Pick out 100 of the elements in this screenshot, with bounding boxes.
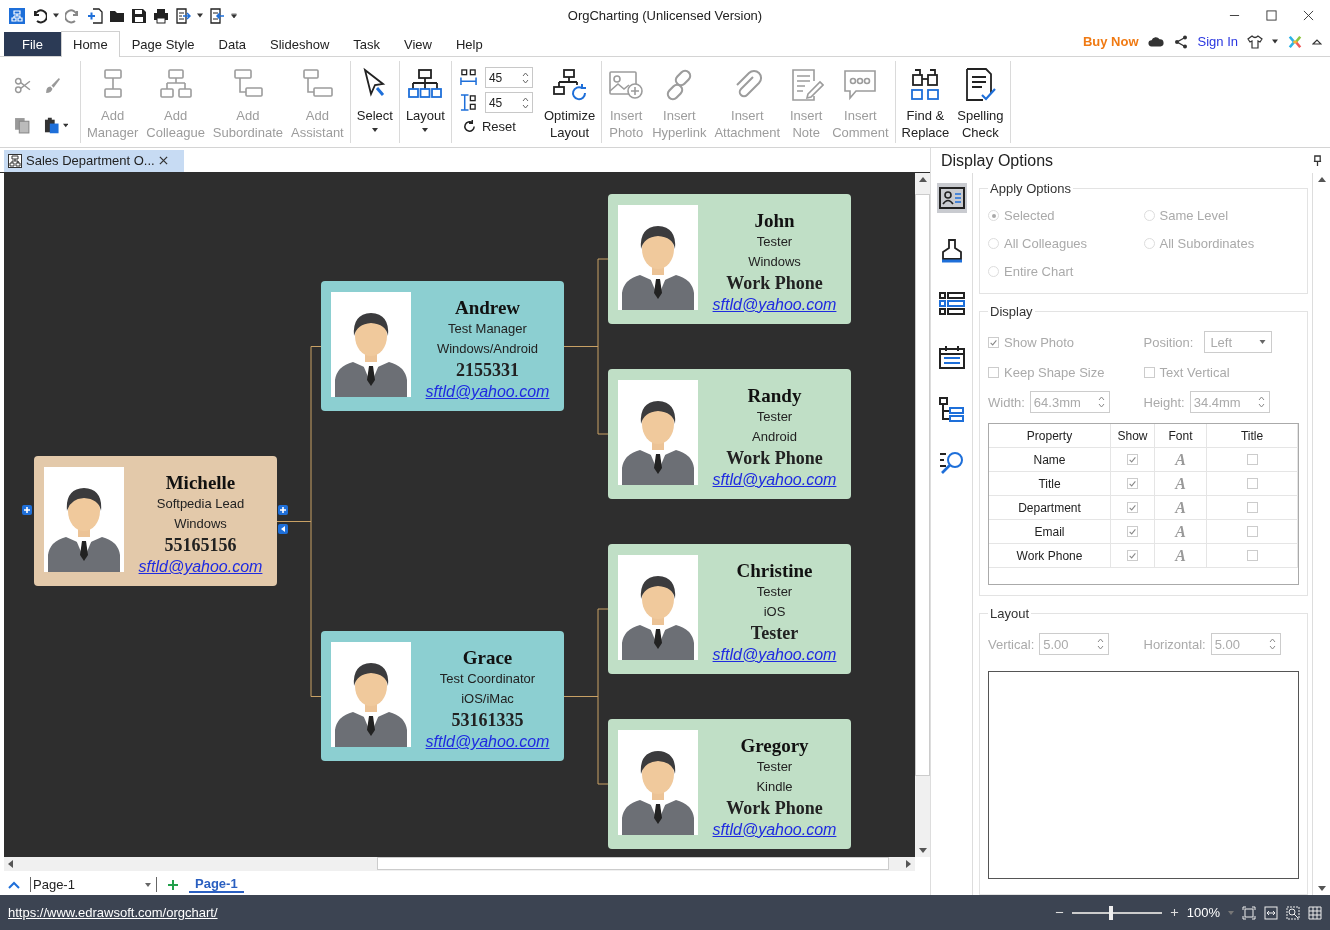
scissors-icon[interactable] [14,77,31,94]
share-icon[interactable] [1172,34,1189,49]
redo-icon[interactable] [65,7,81,24]
employee-card[interactable]: John Tester Windows Work Phone sftld@yahoo.com [608,193,851,324]
contact-card-icon[interactable] [936,183,967,213]
group-title: Display [989,304,1034,319]
employee-card[interactable]: Grace Test Coordinator iOS/iMac 53161335 sftld@yahoo.com [321,631,564,762]
zoom-slider-thumb[interactable] [1109,905,1114,920]
caret-icon[interactable] [231,13,237,18]
page-tab[interactable]: Page-1 [189,876,244,894]
website-link[interactable]: https://www.edrawsoft.com/orgchart/ [8,905,218,920]
collapse-node-icon[interactable] [278,524,288,535]
field-label: Vertical: [988,636,1035,652]
paste-icon[interactable] [44,117,60,134]
scroll-right-icon[interactable] [906,859,911,868]
employee-email-link[interactable]: sftld@yahoo.com [712,818,837,841]
save-icon[interactable] [131,7,147,24]
employee-email-link[interactable]: sftld@yahoo.com [712,468,837,491]
caret-icon[interactable] [53,13,59,18]
add-page-icon[interactable] [167,879,179,890]
add-node-icon[interactable] [278,505,288,516]
radio-label: All Subordinates [1159,236,1255,251]
page-dropdown[interactable]: Page-1 [30,877,157,893]
spinner-arrows-icon[interactable] [521,96,529,109]
zoom-area-icon[interactable] [1286,905,1300,920]
caret-icon[interactable] [1272,39,1278,44]
employee-email-link[interactable]: sftld@yahoo.com [138,556,263,579]
zoom-in-icon[interactable] [1169,908,1179,917]
file-menu-button[interactable]: File [4,32,61,56]
vertical-spacing-field[interactable]: 45 [484,92,533,113]
add-node-icon[interactable] [22,505,32,516]
employee-title: Tester [756,232,793,251]
caret-icon[interactable] [145,882,151,887]
print-icon[interactable] [153,7,169,24]
new-file-icon[interactable] [87,7,103,24]
scroll-up-icon[interactable] [1317,177,1326,182]
ribbon-button[interactable]: Find & Replace [898,67,953,141]
horizontal-spacing-icon [459,69,477,86]
optimize-layout-button[interactable]: Optimize Layout [540,67,599,141]
close-icon[interactable] [158,156,168,166]
employee-card[interactable]: Randy Tester Android Work Phone sftld@yahoo.com [608,368,851,499]
app-logo-icon[interactable] [9,7,25,24]
employee-card[interactable]: Christine Tester iOS Tester sftld@yahoo.com [608,543,851,674]
collapse-icon[interactable] [1312,37,1322,46]
pin-icon[interactable] [1313,155,1322,166]
menu-tab[interactable]: View [392,32,444,56]
maximize-icon[interactable] [1266,10,1277,21]
caret-icon[interactable] [197,13,203,18]
document-tab[interactable]: Sales Department O... [4,149,184,172]
menu-tab[interactable]: Task [341,32,393,56]
employee-title: Tester [756,757,793,776]
vertical-scrollbar[interactable] [915,172,930,857]
employee-department: Windows [174,515,227,534]
copy-icon[interactable] [14,117,31,134]
employee-department: Android [752,427,797,446]
employee-department: iOS/iMac [461,690,514,709]
employee-department: Windows/Android [436,340,539,359]
employee-email-link[interactable]: sftld@yahoo.com [712,643,837,666]
employee-email-link[interactable]: sftld@yahoo.com [712,293,837,316]
employee-card[interactable]: Gregory Tester Kindle Work Phone sftld@yahoo.com [608,718,851,849]
shirt-icon[interactable] [1247,34,1263,49]
scroll-up-icon[interactable] [918,176,927,182]
employee-card[interactable]: Michelle Softpedia Lead Windows 55165156 sftld@yahoo.com [34,456,277,587]
horizontal-spacing-field[interactable]: 45 [484,67,533,88]
sign-in-link[interactable]: Sign In [1197,34,1238,49]
menu-tab[interactable]: Data [206,32,259,56]
employee-card[interactable]: Andrew Test Manager Windows/Android 2155331 sftld@yahoo.com [321,281,564,412]
layout-button[interactable]: Layout [402,67,448,132]
menu-tab[interactable]: Help [444,32,495,56]
select-button[interactable]: Select [353,67,396,132]
table-cell: Work Phone [989,544,1111,567]
cloud-icon[interactable] [1147,34,1164,49]
scroll-down-icon[interactable] [1317,886,1326,891]
menu-tab[interactable]: Slideshow [258,32,342,56]
grid-icon[interactable] [1308,905,1322,920]
undo-icon[interactable] [31,7,47,24]
fit-width-icon[interactable] [1264,905,1278,920]
export-icon[interactable] [175,7,191,24]
employee-phone: Work Phone [726,446,823,469]
employee-phone: 53161335 [451,709,524,732]
menu-tab[interactable]: Home [61,31,120,57]
employee-department: Kindle [756,777,793,796]
spinner-arrows-icon[interactable] [521,71,529,84]
colorful-logo-icon[interactable] [1287,34,1303,49]
caret-icon[interactable] [62,123,68,128]
employee-email-link[interactable]: sftld@yahoo.com [425,381,550,404]
menu-tab[interactable]: Page Style [119,32,207,56]
close-icon[interactable] [1303,10,1314,21]
fit-page-icon[interactable] [1242,905,1256,920]
ribbon-button[interactable]: Spelling Check [954,67,1007,141]
field-label: Width: [988,394,1025,410]
scroll-down-icon[interactable] [918,847,927,853]
scroll-left-icon[interactable] [8,859,13,868]
employee-title: Tester [756,407,793,426]
reset-button[interactable]: Reset [459,119,533,134]
tree-icon[interactable] [936,395,967,425]
expand-up-icon[interactable] [8,879,20,890]
import-icon[interactable] [209,7,225,24]
employee-email-link[interactable]: sftld@yahoo.com [425,731,550,754]
speech-bubble-icon [842,67,879,103]
